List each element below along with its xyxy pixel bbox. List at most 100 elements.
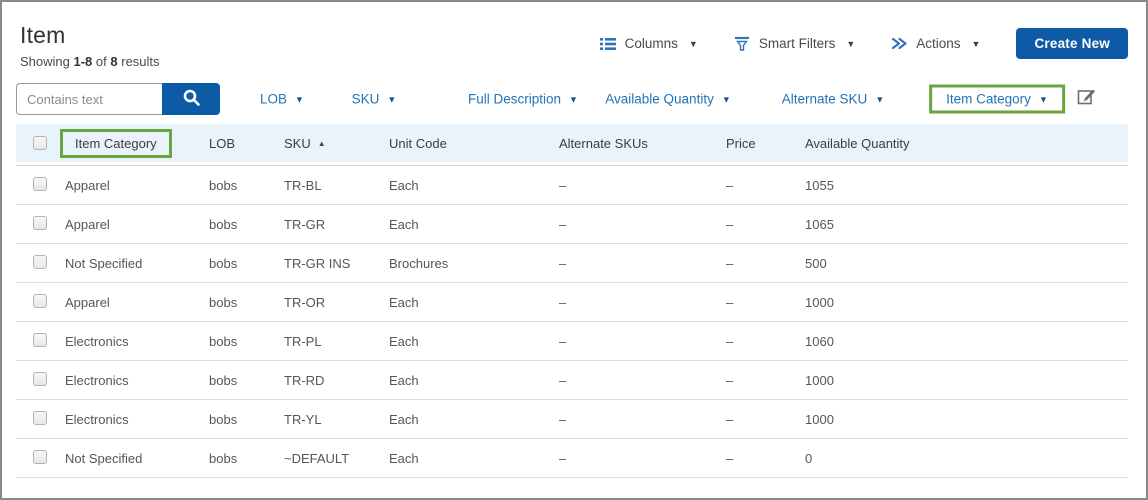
cell-lob: bobs [209,255,238,271]
select-row-checkbox[interactable] [33,410,47,425]
select-row-checkbox[interactable] [33,293,47,308]
cell-price: – [726,216,734,232]
search-group [16,83,220,115]
filter-dropdown-lob[interactable]: LOB ▼ [260,92,304,107]
chevron-down-icon: ▼ [569,94,578,104]
cell-unit-code: Each [389,216,419,232]
column-header-price[interactable]: Price [724,136,803,151]
cell-sku: TR-RD [284,372,325,388]
filter-dropdown-available-quantity[interactable]: Available Quantity ▼ [605,92,731,107]
cell-alternate-skus: – [559,255,567,271]
cell-price: – [726,177,734,193]
cell-item-category: Apparel [65,294,110,310]
cell-item-category: Electronics [65,372,129,388]
cell-sku: TR-PL [284,333,322,349]
columns-label: Columns [624,36,678,51]
filter-dropdown-alternate-sku[interactable]: Alternate SKU ▼ [782,92,884,107]
cell-alternate-skus: – [559,294,567,310]
cell-unit-code: Each [389,294,419,310]
cell-sku: TR-OR [284,294,326,310]
cell-alternate-skus: – [559,177,567,193]
cell-alternate-skus: – [559,450,567,466]
cell-sku: TR-GR [284,216,326,232]
results-summary: Showing 1-8 of 8 results [20,54,160,69]
table-row[interactable]: Apparel bobs TR-BL Each – – 1055 [16,165,1128,204]
search-icon [182,88,201,110]
filter-bar: LOB ▼ SKU ▼ Full Description ▼ Available… [2,83,1146,115]
cell-available-quantity: 1000 [805,411,834,427]
filter-dropdown-item-category[interactable]: Item Category ▼ [929,84,1065,114]
table-row[interactable]: Electronics bobs TR-RD Each – – 1000 [16,360,1128,399]
cell-available-quantity: 1055 [805,177,834,193]
actions-menu-button[interactable]: Actions ▼ [891,36,980,51]
column-header-sku[interactable]: SKU ▲ [282,136,387,151]
cell-unit-code: Each [389,372,419,388]
item-list-page: Item Showing 1-8 of 8 results Columns ▼ … [0,0,1148,500]
cell-available-quantity: 500 [805,255,827,271]
search-input[interactable] [16,83,162,115]
cell-sku: TR-GR INS [284,255,351,271]
column-header-alternate-skus[interactable]: Alternate SKUs [557,136,724,151]
chevron-down-icon: ▼ [971,38,981,49]
select-row-checkbox[interactable] [33,449,47,464]
chevron-down-icon: ▼ [1038,94,1048,104]
item-category-highlight-box: Item Category [60,128,172,158]
cell-alternate-skus: – [559,333,567,349]
chevron-down-icon: ▼ [875,94,885,104]
cell-available-quantity: 1065 [805,216,834,232]
cell-lob: bobs [209,294,238,310]
cell-lob: bobs [209,411,238,427]
table-row[interactable]: Not Specified bobs TR-GR INS Brochures –… [16,243,1128,282]
cell-lob: bobs [209,372,238,388]
cell-sku: TR-YL [284,411,322,427]
column-header-item-category[interactable]: Item Category [59,128,207,158]
search-button[interactable] [162,83,220,115]
cell-lob: bobs [209,216,238,232]
cell-available-quantity: 1060 [805,333,834,349]
column-header-available-quantity[interactable]: Available Quantity [803,136,1128,151]
select-all-cell [16,136,59,150]
chevron-down-icon: ▼ [846,38,856,49]
select-row-checkbox[interactable] [33,215,47,230]
column-header-lob[interactable]: LOB [207,136,282,151]
results-range: 1-8 [73,54,93,69]
table-body: Apparel bobs TR-BL Each – – 1055 Apparel… [16,165,1128,478]
table-row[interactable]: Apparel bobs TR-GR Each – – 1065 [16,204,1128,243]
select-all-checkbox[interactable] [33,136,47,150]
chevron-down-icon: ▼ [688,38,698,49]
results-total: 8 [110,54,118,69]
cell-sku: ~DEFAULT [284,450,350,466]
cell-price: – [726,411,734,427]
table-row[interactable]: Not Specified bobs ~DEFAULT Each – – 0 [16,438,1128,477]
smart-filters-menu-button[interactable]: Smart Filters ▼ [734,36,855,52]
column-header-unit-code[interactable]: Unit Code [387,136,557,151]
title-block: Item Showing 1-8 of 8 results [20,22,160,69]
select-row-checkbox[interactable] [33,254,47,269]
cell-unit-code: Brochures [389,255,449,271]
table-row[interactable]: Apparel bobs TR-OR Each – – 1000 [16,282,1128,321]
select-row-checkbox[interactable] [33,176,47,191]
create-new-button[interactable]: Create New [1016,28,1128,59]
filter-dropdown-full-description[interactable]: Full Description ▼ [468,92,578,107]
chevron-down-icon: ▼ [387,94,397,104]
select-row-checkbox[interactable] [33,332,47,347]
table-row[interactable]: Electronics bobs TR-PL Each – – 1060 [16,321,1128,360]
cell-available-quantity: 1000 [805,372,834,388]
cell-alternate-skus: – [559,411,567,427]
cell-item-category: Apparel [65,177,110,193]
filter-dropdown-sku[interactable]: SKU ▼ [352,92,397,107]
cell-available-quantity: 0 [805,450,813,466]
cell-price: – [726,294,734,310]
cell-item-category: Electronics [65,411,129,427]
select-row-checkbox[interactable] [33,371,47,386]
double-chevron-right-icon [891,36,907,51]
chevron-down-icon: ▼ [721,94,731,104]
cell-lob: bobs [209,177,238,193]
table-row[interactable]: Electronics bobs TR-YL Each – – 1000 [16,399,1128,438]
columns-menu-button[interactable]: Columns ▼ [599,36,698,52]
cell-item-category: Not Specified [65,255,143,271]
cell-lob: bobs [209,450,238,466]
cell-unit-code: Each [389,411,419,427]
cell-price: – [726,255,734,271]
edit-filters-button[interactable] [1077,86,1098,112]
